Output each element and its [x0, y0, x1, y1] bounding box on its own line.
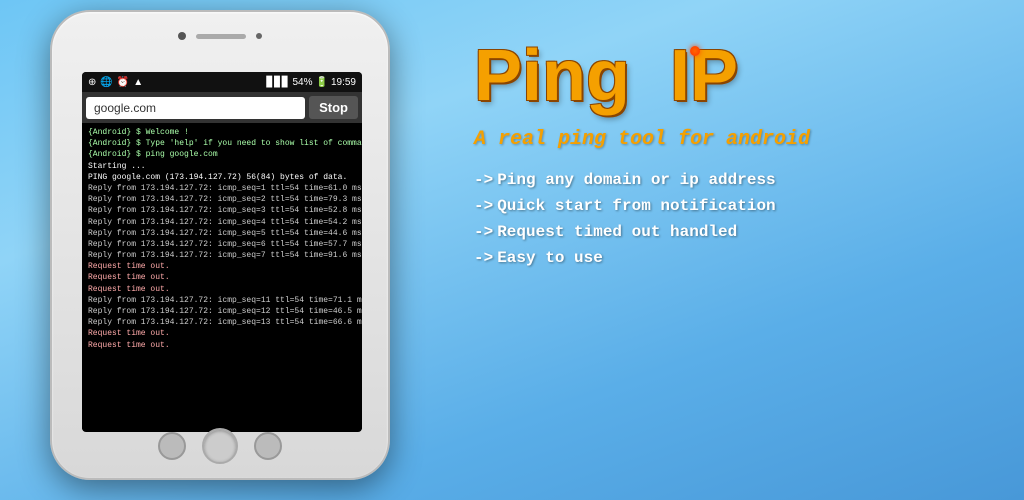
- terminal-line: Request time out.: [88, 328, 356, 339]
- terminal-line: {Android} $ Welcome !: [88, 127, 356, 138]
- app-subtitle: A real ping tool for android: [474, 128, 994, 151]
- feature-text: Quick start from notification: [497, 197, 775, 215]
- signal-icon: ▊▊▊: [266, 77, 289, 88]
- terminal-line: PING google.com (173.194.127.72) 56(84) …: [88, 172, 356, 183]
- terminal-line: Reply from 173.194.127.72: icmp_seq=11 t…: [88, 295, 356, 306]
- feature-arrow-icon: ->: [474, 197, 493, 215]
- status-bar: ⊕ 🌐 ⏰ ▲ ▊▊▊ 54% 🔋 19:59: [82, 72, 362, 92]
- battery-percent: 54%: [293, 77, 313, 88]
- terminal-line: Reply from 173.194.127.72: icmp_seq=1 tt…: [88, 183, 356, 194]
- terminal-line: Reply from 173.194.127.72: icmp_seq=4 tt…: [88, 217, 356, 228]
- feature-text: Request timed out handled: [497, 223, 737, 241]
- feature-item: -> Quick start from notification: [474, 197, 994, 215]
- menu-button[interactable]: [254, 432, 282, 460]
- right-content: Ping IP A real ping tool for android -> …: [474, 40, 994, 267]
- terminal-line: Reply from 173.194.127.72: icmp_seq=5 tt…: [88, 228, 356, 239]
- url-bar: Stop: [82, 92, 362, 123]
- terminal-output: {Android} $ Welcome !{Android} $ Type 'h…: [82, 123, 362, 429]
- app-title: Ping IP: [474, 40, 994, 112]
- terminal-line: Reply from 173.194.127.72: icmp_seq=7 tt…: [88, 250, 356, 261]
- terminal-line: Reply from 173.194.127.72: icmp_seq=13 t…: [88, 317, 356, 328]
- url-input[interactable]: [86, 97, 305, 119]
- speaker-grille: [196, 34, 246, 39]
- terminal-line: Request time out.: [88, 340, 356, 351]
- feature-text: Ping any domain or ip address: [497, 171, 775, 189]
- status-right-info: ▊▊▊ 54% 🔋 19:59: [266, 77, 356, 88]
- battery-icon: 🔋: [316, 77, 328, 88]
- terminal-line: Request time out.: [88, 261, 356, 272]
- features-list: -> Ping any domain or ip address-> Quick…: [474, 171, 994, 267]
- feature-item: -> Request timed out handled: [474, 223, 994, 241]
- phone-mockup: ⊕ 🌐 ⏰ ▲ ▊▊▊ 54% 🔋 19:59 Stop {Andr: [30, 10, 410, 490]
- notification-icon: ⊕: [88, 77, 96, 88]
- terminal-line: Reply from 173.194.127.72: icmp_seq=2 tt…: [88, 194, 356, 205]
- terminal-line: {Android} $ ping google.com: [88, 149, 356, 160]
- terminal-line: Reply from 173.194.127.72: icmp_seq=3 tt…: [88, 205, 356, 216]
- title-ping: Ping: [474, 40, 630, 112]
- browser-icon: 🌐: [100, 77, 112, 88]
- status-left-icons: ⊕ 🌐 ⏰ ▲: [88, 77, 143, 88]
- feature-arrow-icon: ->: [474, 171, 493, 189]
- phone-body: ⊕ 🌐 ⏰ ▲ ▊▊▊ 54% 🔋 19:59 Stop {Andr: [50, 10, 390, 480]
- phone-screen: ⊕ 🌐 ⏰ ▲ ▊▊▊ 54% 🔋 19:59 Stop {Andr: [82, 72, 362, 432]
- terminal-line: Starting ...: [88, 161, 356, 172]
- back-button[interactable]: [158, 432, 186, 460]
- title-ip: IP: [670, 40, 738, 112]
- terminal-line: Reply from 173.194.127.72: icmp_seq=12 t…: [88, 306, 356, 317]
- stop-button[interactable]: Stop: [309, 96, 358, 119]
- feature-text: Easy to use: [497, 249, 603, 267]
- terminal-line: Reply from 173.194.127.72: icmp_seq=6 tt…: [88, 239, 356, 250]
- home-button[interactable]: [202, 428, 238, 464]
- terminal-line: {Android} $ Type 'help' if you need to s…: [88, 138, 356, 149]
- clock: 19:59: [331, 77, 356, 88]
- feature-arrow-icon: ->: [474, 223, 493, 241]
- terminal-line: Request time out.: [88, 284, 356, 295]
- terminal-line: Request time out.: [88, 272, 356, 283]
- feature-arrow-icon: ->: [474, 249, 493, 267]
- wifi-icon: ▲: [133, 77, 143, 88]
- feature-item: -> Ping any domain or ip address: [474, 171, 994, 189]
- sensor-dot: [256, 33, 262, 39]
- front-camera-icon: [178, 32, 186, 40]
- alarm-icon: ⏰: [117, 77, 129, 88]
- feature-item: -> Easy to use: [474, 249, 994, 267]
